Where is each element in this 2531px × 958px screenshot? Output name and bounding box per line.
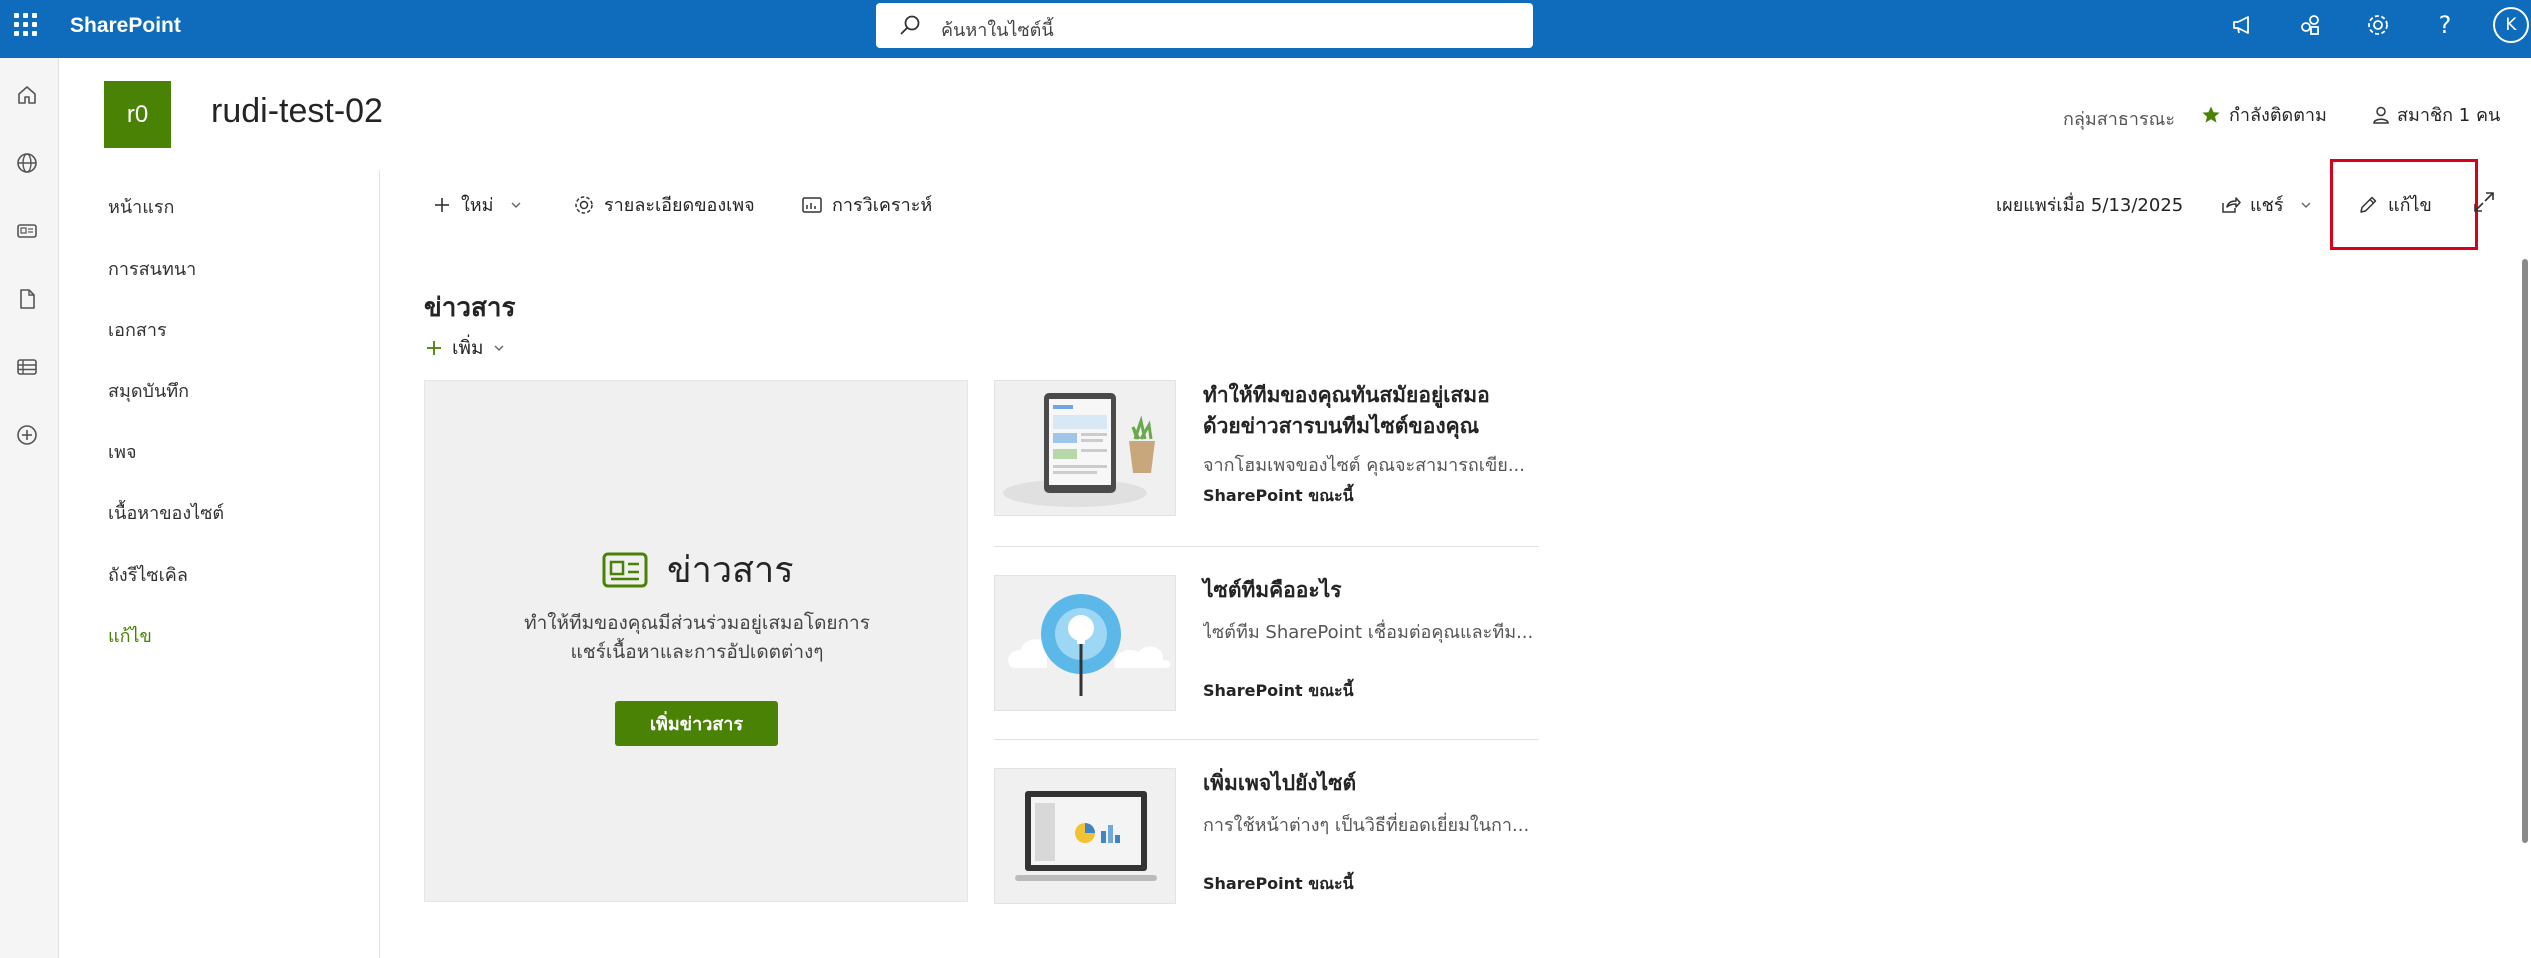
- analytics-button[interactable]: การวิเคราะห์: [801, 190, 932, 219]
- chevron-down-icon: [2301, 202, 2310, 208]
- news-card-title[interactable]: ทำให้ทีมของคุณทันสมัยอยู่เสมอ ด้วยข่าวสา…: [1203, 380, 1543, 442]
- brand-name[interactable]: SharePoint: [70, 14, 181, 38]
- follow-button[interactable]: กำลังติดตาม: [2201, 100, 2327, 129]
- help-icon[interactable]: ?: [2430, 10, 2460, 40]
- news-card-title-line: ด้วยข่าวสารบนทีมไซต์ของคุณ: [1203, 414, 1480, 438]
- site-navigation: หน้าแรก การสนทนา เอกสาร สมุดบันทึก เพจ เ…: [60, 170, 380, 958]
- nav-item-notebook[interactable]: สมุดบันทึก: [108, 376, 189, 405]
- avatar[interactable]: K: [2493, 7, 2529, 43]
- news-card-title[interactable]: เพิ่มเพจไปยังไซต์: [1203, 768, 1543, 799]
- command-bar: ใหม่ รายละเอียดของเพจ การวิเคราะห์ เผยแพ…: [380, 170, 2531, 240]
- suite-bar: SharePoint ค้นหาในไซต์นี้ ? K: [0, 0, 2531, 58]
- news-card-title[interactable]: ไซต์ทีมคืออะไร: [1203, 575, 1543, 606]
- plus-icon: [435, 197, 449, 212]
- share-button[interactable]: แชร์: [2219, 190, 2313, 219]
- share-icon: [2222, 196, 2241, 213]
- add-circle-icon[interactable]: [12, 420, 42, 450]
- file-icon[interactable]: [12, 284, 42, 314]
- news-icon[interactable]: [12, 216, 42, 246]
- sites-icon[interactable]: [2296, 10, 2326, 40]
- news-card[interactable]: เพิ่มเพจไปยังไซต์ การใช้หน้าต่างๆ เป็นวิ…: [994, 768, 1539, 908]
- analytics-label: การวิเคราะห์: [832, 195, 933, 216]
- news-card-title-line: เพิ่มเพจไปยังไซต์: [1203, 771, 1357, 795]
- news-card-description: ไซต์ทีม SharePoint เชื่อมต่อคุณและทีม...: [1203, 622, 1534, 643]
- nav-item-edit[interactable]: แก้ไข: [108, 621, 152, 650]
- gear-icon[interactable]: [2363, 10, 2393, 40]
- news-card-meta: SharePoint ขณะนี้: [1203, 874, 1354, 893]
- hero-desc-line2: แชร์เนื้อหาและการอัปเดตต่างๆ: [570, 641, 824, 663]
- hero-description: ทำให้ทีมของคุณมีส่วนร่วมอยู่เสมอโดยการ แ…: [465, 609, 929, 667]
- home-icon[interactable]: [12, 80, 42, 110]
- published-label: เผยแพร่เมื่อ 5/13/2025: [1996, 195, 2184, 216]
- chevron-down-icon: [494, 345, 504, 351]
- nav-item-conversations[interactable]: การสนทนา: [108, 254, 196, 283]
- news-card-meta: SharePoint ขณะนี้: [1203, 486, 1354, 505]
- newspaper-icon: [602, 552, 648, 587]
- hero-title-row: ข่าวสาร: [601, 541, 794, 598]
- published-status: เผยแพร่เมื่อ 5/13/2025: [1996, 190, 2183, 219]
- star-icon: [2202, 106, 2220, 123]
- news-card[interactable]: ทำให้ทีมของคุณทันสมัยอยู่เสมอ ด้วยข่าวสา…: [994, 380, 1539, 520]
- follow-label: กำลังติดตาม: [2229, 105, 2327, 126]
- new-button[interactable]: ใหม่: [432, 190, 523, 219]
- members-button[interactable]: สมาชิก 1 คน: [2371, 100, 2500, 129]
- site-logo[interactable]: r0: [104, 81, 171, 148]
- nav-item-site-contents[interactable]: เนื้อหาของไซต์: [108, 498, 224, 527]
- members-label: สมาชิก 1 คน: [2397, 105, 2501, 126]
- news-card-thumbnail: [994, 768, 1176, 904]
- hero-desc-line1: ทำให้ทีมของคุณมีส่วนร่วมอยู่เสมอโดยการ: [524, 612, 870, 634]
- news-card-thumbnail: [994, 575, 1176, 711]
- chevron-down-icon: [511, 202, 521, 208]
- news-add-label: เพิ่ม: [452, 337, 484, 359]
- gear-icon: [575, 195, 593, 214]
- news-heading: ข่าวสาร: [424, 293, 516, 323]
- page-details-label: รายละเอียดของเพจ: [604, 195, 755, 216]
- app-launcher-icon[interactable]: [12, 11, 38, 37]
- search-icon: [900, 15, 920, 35]
- nav-item-documents[interactable]: เอกสาร: [108, 315, 167, 344]
- nav-item-recycle-bin[interactable]: ถังรีไซเคิล: [108, 560, 188, 589]
- card-divider: [994, 739, 1539, 740]
- card-divider: [994, 546, 1539, 547]
- group-type-label: กลุ่มสาธารณะ: [2063, 109, 2176, 130]
- nav-item-home[interactable]: หน้าแรก: [108, 192, 174, 221]
- site-title[interactable]: rudi-test-02: [211, 92, 383, 131]
- edit-highlight-box: [2330, 159, 2478, 250]
- person-icon: [2373, 106, 2389, 124]
- search-placeholder: ค้นหาในไซต์นี้: [941, 20, 1054, 41]
- expand-icon[interactable]: [2472, 190, 2496, 218]
- list-icon[interactable]: [12, 352, 42, 382]
- news-card-title-line: ทำให้ทีมของคุณทันสมัยอยู่เสมอ: [1203, 383, 1490, 407]
- vertical-scrollbar[interactable]: [2522, 259, 2528, 843]
- hero-title: ข่าวสาร: [667, 550, 794, 591]
- news-card[interactable]: ไซต์ทีมคืออะไร ไซต์ทีม SharePoint เชื่อม…: [994, 575, 1539, 715]
- globe-icon[interactable]: [12, 148, 42, 178]
- news-card-description: จากโฮมเพจของไซต์ คุณจะสามารถเขีย...: [1203, 455, 1525, 476]
- news-card-title-line: ไซต์ทีมคืออะไร: [1203, 578, 1342, 602]
- news-placeholder-card: ข่าวสาร ทำให้ทีมของคุณมีส่วนร่วมอยู่เสมอ…: [424, 380, 968, 902]
- page-details-button[interactable]: รายละเอียดของเพจ: [573, 190, 755, 219]
- news-card-thumbnail: [994, 380, 1176, 516]
- news-card-meta: SharePoint ขณะนี้: [1203, 681, 1354, 700]
- add-news-button[interactable]: เพิ่มข่าวสาร: [615, 701, 778, 746]
- news-card-description: การใช้หน้าต่างๆ เป็นวิธีที่ยอดเยี่ยมในกา…: [1203, 815, 1530, 836]
- news-add-button[interactable]: เพิ่ม: [424, 333, 506, 363]
- app-rail: [0, 58, 59, 958]
- share-label: แชร์: [2250, 195, 2284, 216]
- analytics-icon: [802, 196, 822, 213]
- nav-item-pages[interactable]: เพจ: [108, 437, 137, 466]
- megaphone-icon[interactable]: [2228, 10, 2258, 40]
- new-label: ใหม่: [461, 195, 494, 216]
- plus-icon: [427, 341, 441, 355]
- search-input[interactable]: ค้นหาในไซต์นี้: [876, 3, 1533, 48]
